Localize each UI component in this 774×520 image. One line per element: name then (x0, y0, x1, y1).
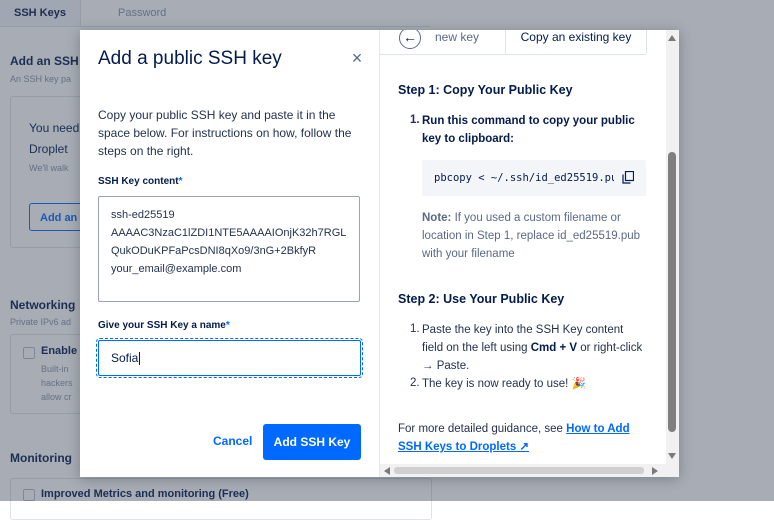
required-mark: * (178, 176, 183, 187)
scroll-left-arrow-icon[interactable] (384, 467, 390, 475)
step1-title: Step 1: Copy Your Public Key (398, 83, 573, 97)
required-mark: * (225, 320, 230, 331)
add-ssh-key-button[interactable]: Add SSH Key (263, 424, 361, 460)
ssh-key-name-label-text: Give your SSH Key a name (98, 320, 226, 331)
scroll-up-arrow-icon[interactable] (668, 35, 676, 41)
step2-text-1: Paste the key into the SSH Key content f… (422, 321, 647, 375)
step1-text: Run this command to copy your public key… (422, 115, 635, 145)
more-guidance-text: For more detailed guidance, see (398, 423, 567, 435)
note-body: If you used a custom filename or locatio… (422, 212, 641, 260)
scroll-right-arrow-icon[interactable] (652, 467, 658, 475)
tab-underline (380, 54, 646, 55)
more-guidance: For more detailed guidance, see How to A… (398, 420, 648, 456)
intro-text: Copy your public SSH key and paste it in… (98, 108, 352, 158)
command-box: pbcopy < ~/.ssh/id_ed25519.pub (422, 160, 646, 196)
step2-text-2: The key is now ready to use! 🎉 (422, 378, 586, 390)
tab-copy-existing-key[interactable]: Copy an existing key (505, 30, 647, 54)
ssh-key-name-value: Sofia (111, 351, 139, 365)
command-text: pbcopy < ~/.ssh/id_ed25519.pub (434, 172, 614, 184)
tab-new-key[interactable]: new key (435, 30, 479, 44)
ssh-key-content-label: SSH Key content* (98, 176, 182, 187)
step1-number: 1. (410, 114, 420, 126)
ssh-key-name-input[interactable]: Sofia (96, 338, 363, 378)
add-ssh-key-modal: Add a public SSH key × Copy your public … (80, 30, 679, 477)
close-icon[interactable]: × (348, 49, 366, 67)
ssh-key-content-label-text: SSH Key content (98, 176, 179, 187)
step2-title: Step 2: Use Your Public Key (398, 292, 565, 306)
vertical-scroll-thumb[interactable] (668, 152, 676, 432)
horizontal-scrollbar[interactable] (380, 464, 679, 477)
copy-icon[interactable] (622, 171, 634, 184)
cancel-button[interactable]: Cancel (213, 434, 252, 448)
note-text: Note: If you used a custom filename or l… (422, 209, 652, 263)
horizontal-scroll-thumb[interactable] (394, 467, 644, 474)
form-pane: Add a public SSH key × Copy your public … (80, 30, 380, 477)
step2-number-1: 1. (410, 323, 420, 335)
step2-number-2: 2. (410, 377, 420, 389)
vertical-scrollbar[interactable] (666, 30, 679, 464)
modal-title: Add a public SSH key (98, 48, 282, 69)
scroll-down-arrow-icon[interactable] (668, 453, 676, 459)
paste-shortcut: Cmd + V (530, 342, 578, 354)
ssh-key-name-label: Give your SSH Key a name* (98, 320, 230, 331)
instructions-pane: ← new key Copy an existing key Step 1: C… (380, 30, 679, 477)
back-arrow-icon[interactable]: ← (399, 30, 421, 49)
note-label: Note: (422, 212, 452, 224)
ssh-key-content-field[interactable]: ssh-ed25519 AAAAC3NzaC1lZDI1NTE5AAAAIOnj… (98, 196, 360, 302)
text-caret (139, 352, 141, 366)
